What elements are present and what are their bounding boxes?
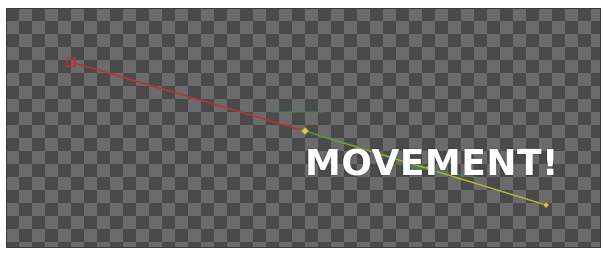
mid-keyframe-icon[interactable] — [300, 126, 310, 136]
end-keyframe-icon[interactable] — [542, 201, 550, 209]
motion-path-segment-red[interactable] — [70, 61, 306, 132]
motion-path-overlay — [66, 57, 550, 209]
movement-caption: MOVEMENT! — [305, 143, 559, 184]
